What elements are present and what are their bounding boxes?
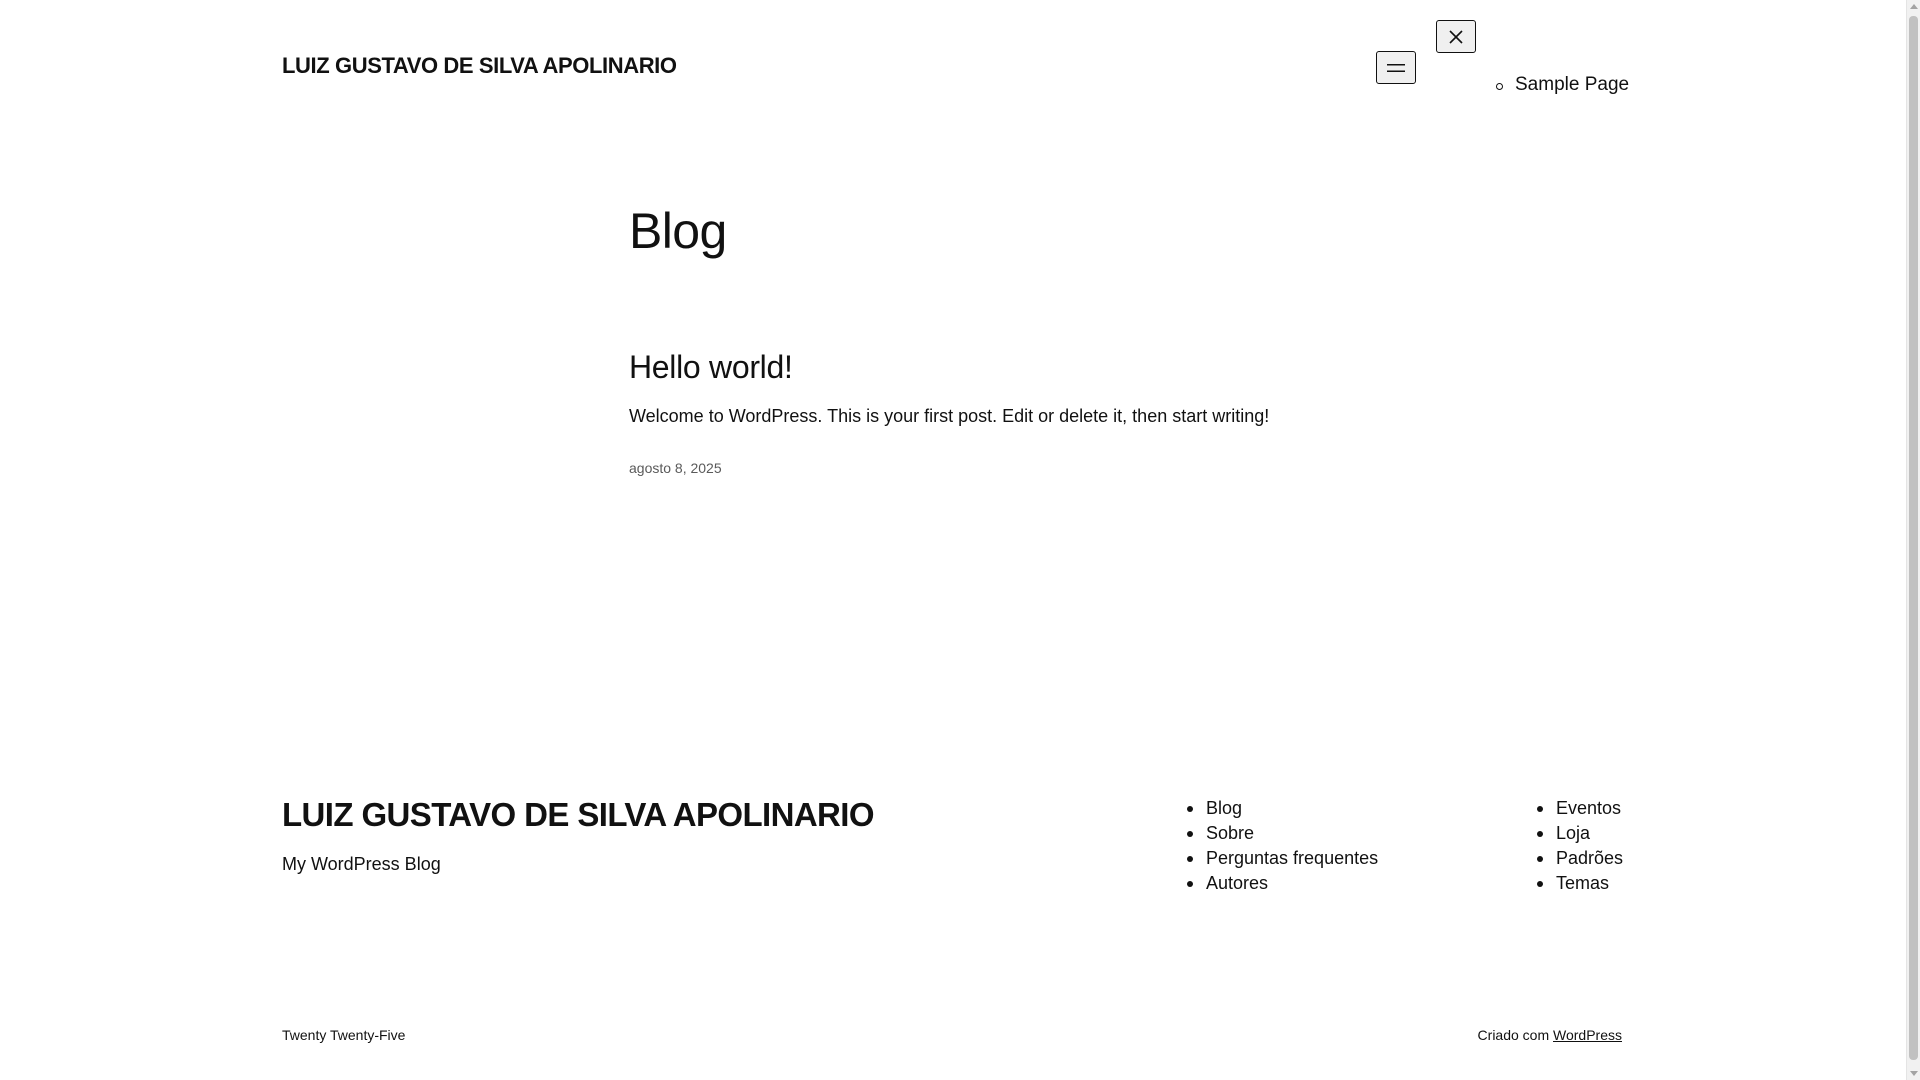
menu-close-button[interactable] — [1436, 20, 1476, 53]
site-title[interactable]: LUIZ GUSTAVO DE SILVA APOLINARIO — [282, 53, 677, 79]
hamburger-icon — [1387, 63, 1405, 72]
wordpress-link[interactable]: WordPress — [1553, 1027, 1622, 1043]
menu-open-button[interactable] — [1376, 51, 1416, 84]
post-date: agosto 8, 2025 — [629, 459, 722, 477]
made-with-prefix: Criado com — [1477, 1027, 1554, 1043]
footer-nav-item: Autores — [1187, 871, 1378, 896]
scrollbar-thumb[interactable] — [1909, 16, 1918, 1060]
post-title-link[interactable]: Hello world! — [629, 349, 793, 385]
site-tagline: My WordPress Blog — [282, 854, 441, 874]
header-navigation: Sample Page — [1496, 73, 1629, 97]
footer-nav-column-1: Blog Sobre Perguntas frequentes Autores — [1187, 796, 1378, 896]
footer-nav-item: Temas — [1537, 871, 1623, 896]
close-icon — [1449, 29, 1463, 44]
footer-link-loja[interactable]: Loja — [1556, 823, 1590, 843]
footer-nav-item: Padrões — [1537, 846, 1623, 871]
footer-nav-item: Sobre — [1187, 821, 1378, 846]
nav-item-sample-page: Sample Page — [1496, 73, 1629, 97]
footer-link-padroes[interactable]: Padrões — [1556, 848, 1623, 868]
footer-link-blog[interactable]: Blog — [1206, 798, 1242, 818]
footer-nav-item: Perguntas frequentes — [1187, 846, 1378, 871]
made-with-credit: Criado com WordPress — [1478, 1026, 1622, 1044]
footer-link-eventos[interactable]: Eventos — [1556, 798, 1621, 818]
theme-credit-link[interactable]: Twenty Twenty-Five — [282, 1027, 405, 1043]
footer-nav-item: Eventos — [1537, 796, 1623, 821]
theme-credit: Twenty Twenty-Five — [282, 1026, 405, 1044]
post-excerpt: Welcome to WordPress. This is your first… — [629, 406, 1270, 426]
scroll-down-arrow-icon[interactable] — [1910, 1071, 1918, 1076]
footer-site-title: LUIZ GUSTAVO DE SILVA APOLINARIO — [282, 795, 875, 835]
vertical-scrollbar[interactable] — [1906, 0, 1920, 1080]
footer-link-autores[interactable]: Autores — [1206, 873, 1268, 893]
scroll-up-arrow-icon[interactable] — [1910, 4, 1918, 9]
footer-link-temas[interactable]: Temas — [1556, 873, 1609, 893]
page-title: Blog — [629, 203, 727, 259]
footer-nav-item: Blog — [1187, 796, 1378, 821]
footer-link-sobre[interactable]: Sobre — [1206, 823, 1254, 843]
footer-site-title-link[interactable]: LUIZ GUSTAVO DE SILVA APOLINARIO — [282, 796, 875, 833]
post-title: Hello world! — [629, 347, 793, 387]
nav-link-sample-page[interactable]: Sample Page — [1515, 74, 1629, 95]
page: LUIZ GUSTAVO DE SILVA APOLINARIO Sample … — [0, 0, 1906, 1080]
footer-nav-item: Loja — [1537, 821, 1623, 846]
footer-link-perguntas-frequentes[interactable]: Perguntas frequentes — [1206, 848, 1378, 868]
post-date-link[interactable]: agosto 8, 2025 — [629, 460, 722, 476]
footer-nav-column-2: Eventos Loja Padrões Temas — [1537, 796, 1623, 896]
